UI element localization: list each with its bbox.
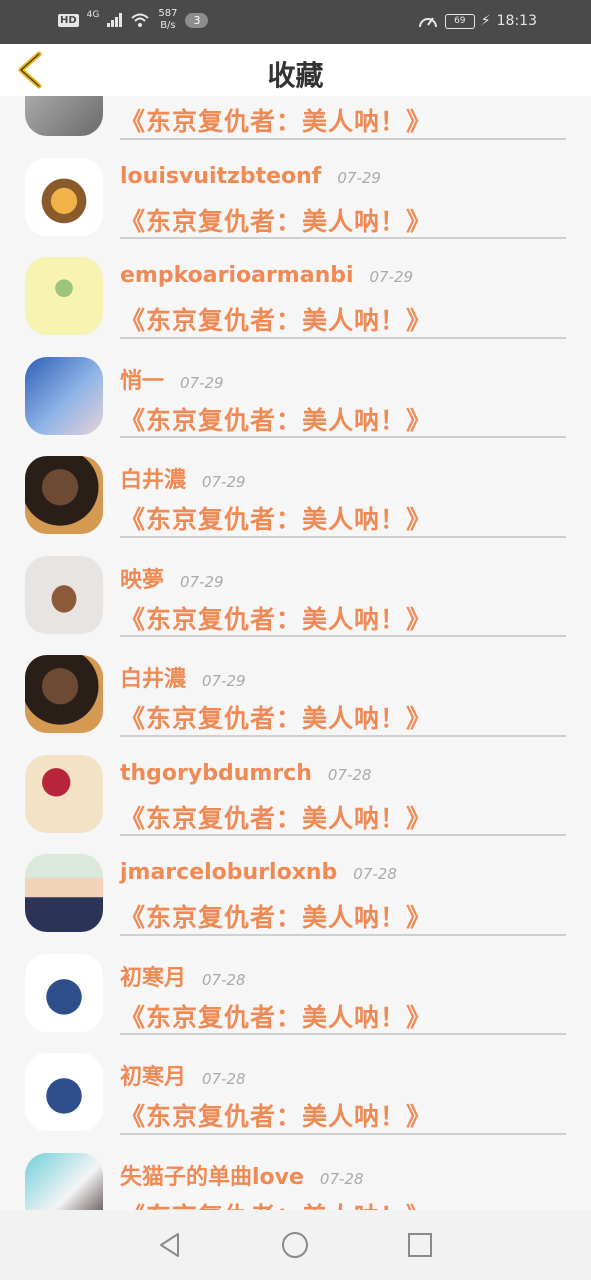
item-meta: jmarceloburloxnb 07-28 [120, 860, 397, 885]
charging-icon: ⚡ [480, 13, 491, 29]
item-meta: empkoarioarmanbi 07-29 [120, 263, 413, 288]
signal-icon [107, 13, 123, 27]
user-name: thgorybdumrch [120, 760, 312, 786]
item-meta: 悄一 07-29 [120, 363, 224, 395]
list-item[interactable]: thgorybdumrch 07-28 《东京复仇者：美人呐！》 [0, 723, 591, 836]
user-name: 白井濃 [120, 468, 187, 493]
avatar [25, 1152, 103, 1210]
item-meta: 白井濃 07-29 [120, 661, 246, 693]
item-meta: louisvuitzbteonf 07-29 [120, 164, 381, 189]
item-meta: thgorybdumrch 07-28 [120, 761, 371, 786]
list-item[interactable]: 悄一 07-29 《东京复仇者：美人呐！》 [0, 325, 591, 438]
clock: 18:13 [496, 13, 537, 29]
avatar [25, 555, 103, 634]
nav-recents-icon[interactable] [405, 1230, 435, 1260]
hd-badge: HD [58, 13, 79, 27]
wifi-icon [131, 13, 150, 27]
user-name: 白井濃 [120, 667, 187, 692]
notification-badge: 3 [185, 12, 209, 28]
item-date: 07-28 [202, 970, 246, 989]
net-speed: 587 B/s [158, 8, 177, 32]
item-date: 07-29 [180, 373, 224, 392]
user-name: 失猫子的单曲love [120, 1164, 304, 1190]
avatar [25, 854, 103, 932]
favorites-list[interactable]: 《东京复仇者：美人呐！》 louisvuitzbteonf 07-29 《东京复… [0, 96, 591, 1210]
list-item[interactable]: 《东京复仇者：美人呐！》 [0, 96, 591, 140]
app-header: 收藏 [0, 44, 591, 96]
list-item[interactable]: jmarceloburloxnb 07-28 《东京复仇者：美人呐！》 [0, 822, 591, 936]
item-meta: 失猫子的单曲love 07-28 [120, 1159, 364, 1191]
item-date: 07-29 [180, 572, 224, 591]
status-bar: HD 4G 587 B/s 3 69 ⚡ 18:13 [0, 0, 591, 44]
item-date: 07-29 [202, 672, 246, 690]
item-date: 07-28 [202, 1070, 246, 1088]
list-item[interactable]: 映夢 07-29 《东京复仇者：美人呐！》 [0, 524, 591, 637]
list-item[interactable]: 初寒月 07-28 《东京复仇者：美人呐！》 [0, 1021, 591, 1135]
avatar [25, 953, 103, 1032]
signal-type: 4G [86, 10, 100, 20]
system-nav-bar [0, 1210, 591, 1280]
list-item[interactable]: 白井濃 07-29 《东京复仇者：美人呐！》 [0, 424, 591, 538]
avatar [25, 1053, 103, 1131]
user-name: 初寒月 [120, 1065, 187, 1090]
item-date: 07-28 [319, 1169, 364, 1188]
book-title[interactable]: 《东京复仇者：美人呐！》 [120, 1197, 432, 1211]
item-date: 07-29 [337, 168, 381, 187]
item-meta: 白井濃 07-29 [120, 462, 246, 494]
item-meta: 初寒月 07-28 [120, 960, 246, 992]
nav-back-icon[interactable] [155, 1230, 185, 1260]
user-name: 悄一 [120, 368, 165, 394]
list-item[interactable]: empkoarioarmanbi 07-29 《东京复仇者：美人呐！》 [0, 225, 591, 339]
avatar [25, 257, 103, 335]
user-name: louisvuitzbteonf [120, 163, 322, 189]
item-date: 07-28 [327, 765, 372, 784]
item-date: 07-29 [202, 473, 246, 491]
item-meta: 映夢 07-29 [120, 562, 224, 594]
net-speed-unit: B/s [160, 20, 176, 31]
avatar [25, 157, 103, 236]
user-name: jmarceloburloxnb [120, 860, 338, 885]
item-date: 07-28 [353, 865, 397, 883]
list-item[interactable]: 失猫子的单曲love 07-28 《东京复仇者：美人呐！》 [0, 1121, 591, 1211]
speedometer-icon [418, 17, 437, 28]
avatar [25, 655, 103, 733]
list-item[interactable]: louisvuitzbteonf 07-29 《东京复仇者：美人呐！》 [0, 126, 591, 239]
user-name: empkoarioarmanbi [120, 263, 354, 288]
avatar [25, 356, 103, 435]
item-date: 07-29 [369, 268, 414, 286]
battery-icon: 69 [444, 13, 475, 29]
avatar [25, 754, 103, 833]
list-item[interactable]: 白井濃 07-29 《东京复仇者：美人呐！》 [0, 623, 591, 737]
item-meta: 初寒月 07-28 [120, 1059, 246, 1091]
user-name: 映夢 [120, 567, 165, 593]
avatar [25, 456, 103, 534]
nav-home-icon[interactable] [280, 1230, 310, 1260]
user-name: 初寒月 [120, 965, 187, 991]
list-item[interactable]: 初寒月 07-28 《东京复仇者：美人呐！》 [0, 922, 591, 1035]
page-title: 收藏 [267, 59, 324, 92]
net-speed-value: 587 [158, 8, 178, 19]
